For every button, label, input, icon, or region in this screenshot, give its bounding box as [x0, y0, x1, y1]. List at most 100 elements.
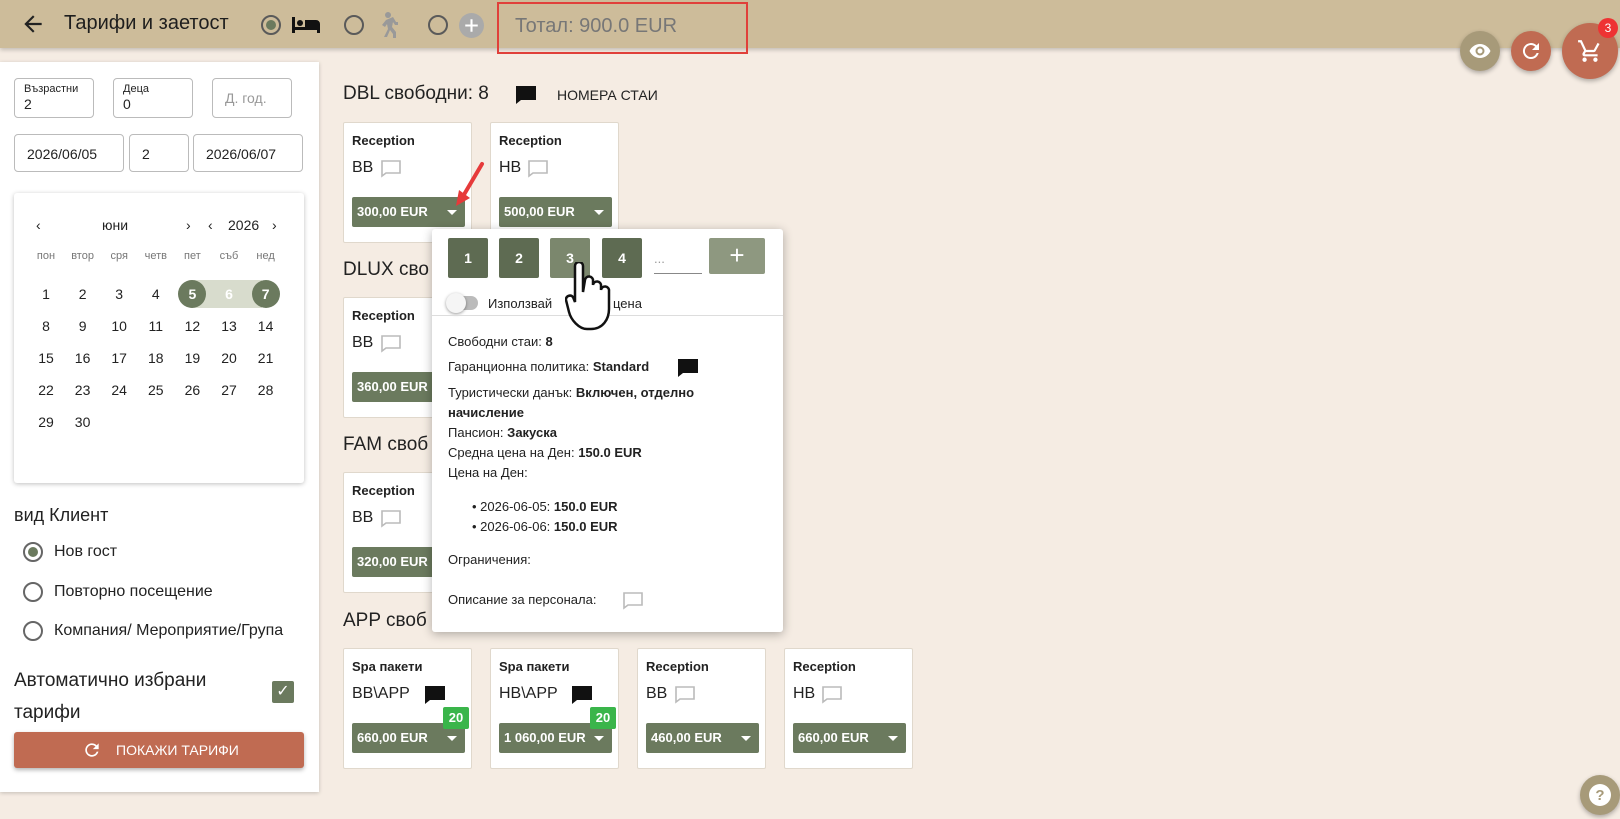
calendar-day[interactable]: 26	[178, 376, 206, 404]
board-type: Пансион: Закуска	[448, 425, 557, 440]
per-day-item: • 2026-06-05: 150.0 EUR	[472, 499, 618, 514]
calendar: ‹ юни › ‹ 2026 › пон втор сря четв пет съб нед…	[14, 193, 304, 483]
calendar-day[interactable]: 12	[178, 312, 206, 340]
prev-year-icon[interactable]: ‹	[208, 217, 213, 233]
calendar-day[interactable]: 7	[251, 280, 280, 308]
app-room-title: APP своб	[343, 610, 427, 631]
calendar-day[interactable]: 28	[252, 376, 280, 404]
calendar-day[interactable]: 18	[142, 344, 170, 372]
calendar-year: 2026	[228, 217, 260, 233]
calendar-day[interactable]: 3	[105, 280, 133, 308]
adults-field[interactable]: Възрастни 2	[14, 78, 94, 118]
nights-field[interactable]: 2	[129, 134, 189, 172]
calendar-day[interactable]: 27	[215, 376, 243, 404]
next-month-icon[interactable]: ›	[186, 217, 191, 233]
top-bar: Тарифи и заетост Тотал: 900.0 EUR	[0, 0, 1620, 54]
rate-plan: BB	[646, 685, 668, 702]
shopping-cart-icon	[1578, 40, 1600, 62]
rate-plan: HB	[499, 159, 522, 176]
calendar-day[interactable]: 10	[105, 312, 133, 340]
calendar-day[interactable]: 1	[32, 280, 60, 308]
mode-radio-stay[interactable]	[261, 15, 281, 35]
auto-rates-checkbox[interactable]: ✓	[272, 681, 294, 703]
comment-outline-icon[interactable]	[674, 685, 696, 705]
dropdown-arrow-icon	[594, 736, 604, 741]
cart-button[interactable]: 3	[1562, 18, 1618, 79]
toggle-label-a: Използвай	[488, 296, 553, 311]
rate-price-dropdown[interactable]: 660,00 EUR	[793, 723, 906, 753]
calendar-day[interactable]: 4	[142, 280, 170, 308]
comment-filled-icon[interactable]	[677, 358, 699, 378]
add-qty-button[interactable]: +	[709, 238, 765, 274]
calendar-day[interactable]: 19	[178, 344, 206, 372]
dbl-room-title: DBL свободни: 8	[343, 83, 489, 104]
calendar-day[interactable]: 11	[142, 312, 170, 340]
calendar-day[interactable]: 2	[69, 280, 97, 308]
mode-radio-extra[interactable]	[428, 15, 448, 35]
qty-input[interactable]: ...	[654, 244, 702, 274]
rate-source: Reception	[352, 308, 415, 323]
calendar-day[interactable]: 15	[32, 344, 60, 372]
calendar-day[interactable]: 29	[32, 408, 60, 436]
calendar-day[interactable]: 25	[142, 376, 170, 404]
calendar-day[interactable]: 16	[69, 344, 97, 372]
toggle-label-b: цена	[613, 296, 642, 311]
back-arrow-icon[interactable]	[20, 11, 46, 37]
calendar-day[interactable]: 17	[105, 344, 133, 372]
restrictions-label: Ограничения:	[448, 552, 531, 567]
mode-radio-walkin[interactable]	[344, 15, 364, 35]
comment-outline-icon[interactable]	[380, 334, 402, 354]
preview-button[interactable]	[1460, 31, 1500, 71]
comment-filled-icon[interactable]	[424, 685, 446, 705]
calendar-day[interactable]: 13	[215, 312, 243, 340]
show-rates-button[interactable]: ПОКАЖИ ТАРИФИ	[14, 732, 304, 768]
rate-source: Spa пакети	[499, 659, 570, 674]
calendar-day[interactable]: 21	[252, 344, 280, 372]
rate-price-dropdown[interactable]: 300,00 EUR	[352, 197, 465, 227]
rate-source: Reception	[646, 659, 709, 674]
availability-badge: 20	[443, 707, 469, 729]
calendar-day[interactable]: 8	[32, 312, 60, 340]
rate-price-dropdown[interactable]: 500,00 EUR	[499, 197, 612, 227]
availability-badge: 20	[590, 707, 616, 729]
comment-filled-icon[interactable]	[571, 685, 593, 705]
calendar-day[interactable]: 22	[32, 376, 60, 404]
refresh-button[interactable]	[1511, 31, 1551, 71]
room-numbers-link[interactable]: НОМЕРА СТАИ	[557, 87, 658, 103]
dropdown-arrow-icon	[888, 736, 898, 741]
prev-month-icon[interactable]: ‹	[36, 217, 41, 233]
date-to-field[interactable]: 2026/06/07	[193, 134, 303, 172]
rate-price-dropdown[interactable]: 460,00 EUR	[646, 723, 759, 753]
comment-outline-icon[interactable]	[821, 685, 843, 705]
comment-outline-icon[interactable]	[622, 591, 644, 611]
next-year-icon[interactable]: ›	[272, 217, 277, 233]
calendar-day[interactable]: 24	[105, 376, 133, 404]
weekday-label: сря	[110, 250, 128, 262]
calendar-day[interactable]: 30	[69, 408, 97, 436]
comment-outline-icon[interactable]	[380, 509, 402, 529]
qty-button-2[interactable]: 2	[499, 238, 539, 278]
dlux-room-title: DLUX сво	[343, 259, 429, 280]
calendar-day[interactable]: 6	[215, 280, 243, 308]
calendar-day[interactable]: 23	[69, 376, 97, 404]
qty-button-1[interactable]: 1	[448, 238, 488, 278]
custom-price-toggle[interactable]	[446, 293, 478, 313]
calendar-day[interactable]: 14	[252, 312, 280, 340]
comment-filled-icon[interactable]	[515, 85, 537, 105]
child-age-field[interactable]: Д. год.	[212, 78, 292, 118]
total-amount: Тотал: 900.0 EUR	[497, 2, 748, 54]
date-from-field[interactable]: 2026/06/05	[14, 134, 124, 172]
rate-card: Reception HB 660,00 EUR	[784, 648, 913, 769]
children-field[interactable]: Деца 0	[113, 78, 193, 118]
calendar-day[interactable]: 20	[215, 344, 243, 372]
weekday-label: пет	[184, 250, 201, 262]
calendar-day[interactable]: 9	[69, 312, 97, 340]
hand-cursor-icon	[565, 262, 611, 331]
add-circle-icon	[459, 13, 484, 38]
rate-plan: BB	[352, 159, 374, 176]
comment-outline-icon[interactable]	[380, 159, 402, 179]
walking-person-icon	[382, 12, 398, 38]
rate-card: Spa пакети HB\APP 1 060,00 EUR 20	[490, 648, 619, 769]
help-button[interactable]: ?	[1580, 775, 1620, 815]
comment-outline-icon[interactable]	[527, 159, 549, 179]
